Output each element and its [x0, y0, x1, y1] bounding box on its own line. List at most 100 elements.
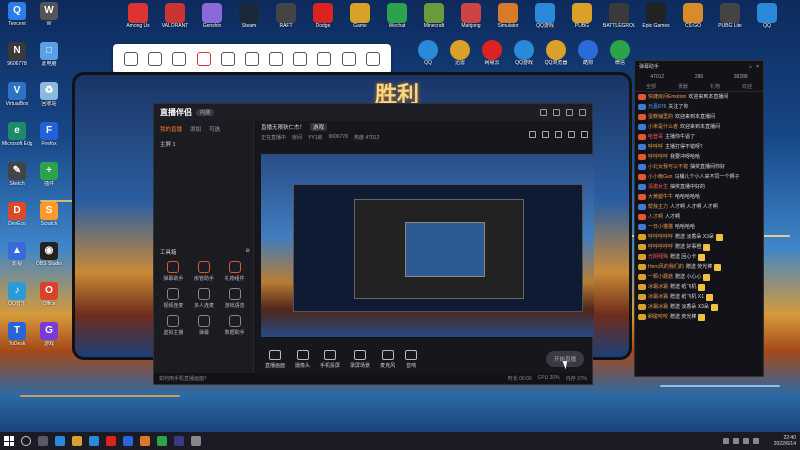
desktop-icon[interactable]: Simulator: [492, 3, 524, 35]
desktop-icon[interactable]: N 9606778: [2, 42, 32, 74]
desktop-icon[interactable]: ✎ Sketch: [2, 162, 32, 194]
layout-icon[interactable]: [555, 131, 562, 138]
lock-icon[interactable]: [542, 131, 549, 138]
chat-username[interactable]: 一日小猫猫: [648, 222, 673, 232]
desktop-icon[interactable]: 迅雷: [444, 40, 476, 72]
chat-username[interactable]: 小小晚Gun: [648, 172, 672, 182]
left-tab[interactable]: 我的直播: [160, 125, 182, 133]
desktop-icon[interactable]: Game: [344, 3, 376, 35]
desktop-icon[interactable]: BATTLEGROUNDS: [603, 3, 635, 35]
chat-username[interactable]: 呼呼呼呼呼: [648, 232, 673, 242]
source-button[interactable]: 音响: [405, 349, 418, 369]
chat-username[interactable]: 呼呼呼呼: [648, 152, 668, 162]
desktop-icon[interactable]: Dodge: [307, 3, 339, 35]
chat-username[interactable]: 一颗小蘑菇: [648, 272, 673, 282]
close-icon[interactable]: ×: [756, 64, 759, 70]
start-icon[interactable]: [4, 436, 14, 446]
chat-username[interactable]: 帮我主力: [648, 202, 668, 212]
chat-username[interactable]: 人才啊: [648, 212, 663, 222]
taskview-icon[interactable]: [38, 436, 48, 446]
record-tool-icon[interactable]: [196, 52, 211, 66]
desktop-icon[interactable]: CS:GO: [677, 3, 709, 35]
rect-tool-icon[interactable]: [293, 52, 308, 66]
desktop-icon[interactable]: 微信: [604, 40, 636, 72]
chat-username[interactable]: 哈登哥: [648, 132, 663, 142]
desktop-icon[interactable]: QQ: [751, 3, 783, 35]
screen-tool-icon[interactable]: [220, 52, 235, 66]
chat-username[interactable]: 呼呼呼: [648, 142, 663, 152]
crop-tool-icon[interactable]: [148, 52, 163, 66]
desktop-icon[interactable]: Genshin: [196, 3, 228, 35]
chat-username[interactable]: 呼呼呼呼呼: [648, 242, 673, 252]
edge-taskbar-icon[interactable]: [55, 436, 65, 446]
chat-username[interactable]: 清澈女生: [648, 182, 668, 192]
desktop-icon[interactable]: Q Tencent: [2, 2, 32, 34]
folder-taskbar-icon[interactable]: [72, 436, 82, 446]
tool-item[interactable]: 数据助手: [219, 315, 250, 336]
desktop-icon[interactable]: D DevEco: [2, 202, 32, 234]
tool-item[interactable]: 弹幕助手: [158, 261, 189, 282]
tool-item[interactable]: 虚拟主播: [158, 315, 189, 336]
tool-item[interactable]: 礼物组件: [219, 261, 250, 282]
app-taskbar-icon[interactable]: [106, 436, 116, 446]
desktop-icon[interactable]: Epic Games: [640, 3, 672, 35]
help-link[interactable]: 如何用手机直播画面？: [159, 375, 209, 382]
chat-username[interactable]: Hero风的我们的: [648, 262, 684, 272]
desktop-icon[interactable]: Steam: [233, 3, 265, 35]
desktop-icon[interactable]: □ 此电脑: [34, 42, 64, 74]
chat-tab[interactable]: 全部: [646, 83, 656, 90]
desktop-icon[interactable]: QQ游戏: [508, 40, 540, 72]
headset-tool-icon[interactable]: [341, 52, 356, 66]
tray-icon[interactable]: [722, 438, 729, 444]
chat-username[interactable]: 快捷房间Emotion: [648, 92, 686, 102]
camera-tool-icon[interactable]: [172, 52, 187, 66]
chat-username[interactable]: 冰霜冰霜: [648, 292, 668, 302]
live-taskbar-icon[interactable]: [140, 436, 150, 446]
store-taskbar-icon[interactable]: [89, 436, 99, 446]
chat-tab[interactable]: 礼物: [710, 83, 720, 90]
room-title[interactable]: 直播无限狄仁杰！: [261, 123, 305, 131]
desktop-icon[interactable]: + 插件: [34, 162, 64, 194]
search-icon[interactable]: [21, 436, 31, 446]
desktop-icon[interactable]: Mahjong: [455, 3, 487, 35]
stream-preview[interactable]: [261, 154, 594, 337]
volume-icon[interactable]: [752, 438, 759, 444]
app2-taskbar-icon[interactable]: [174, 436, 184, 446]
desktop-icon[interactable]: V VirtualBox: [2, 82, 32, 114]
desktop-icon[interactable]: eMicrosoft Edge: [2, 122, 32, 154]
desktop-icon[interactable]: PUBG: [566, 3, 598, 35]
bell-icon[interactable]: [568, 131, 575, 138]
tool-item[interactable]: 视频连麦: [158, 288, 189, 309]
desktop-icon[interactable]: 网易云: [476, 40, 508, 72]
source-button[interactable]: 录屏场景: [350, 349, 370, 369]
chat-username[interactable]: 小米是什么者: [648, 122, 678, 132]
chat-username[interactable]: 小北女我可以不错: [648, 162, 688, 172]
chat-username[interactable]: 大黄腿牛牛: [648, 192, 673, 202]
desktop-icon[interactable]: ▲ 影视: [2, 242, 32, 274]
left-tab[interactable]: 添加: [190, 125, 201, 133]
share-icon[interactable]: [529, 131, 536, 138]
pin-tool-icon[interactable]: [244, 52, 259, 66]
chat-username[interactable]: 元嘉876: [648, 102, 666, 112]
tray-icon[interactable]: [742, 438, 749, 444]
desktop-icon[interactable]: Among Us: [122, 3, 154, 35]
tool-item[interactable]: 房管助手: [189, 261, 220, 282]
desktop-icon[interactable]: O Office: [34, 282, 64, 314]
maximize-icon[interactable]: [566, 109, 573, 116]
wechat-taskbar-icon[interactable]: [157, 436, 167, 446]
more-icon[interactable]: ⊖: [245, 248, 250, 256]
settings-tool-icon[interactable]: [317, 52, 332, 66]
desktop-icon[interactable]: ♪ QQ音乐: [2, 282, 32, 314]
desktop-icon[interactable]: Minecraft: [418, 3, 450, 35]
gear-icon[interactable]: [581, 131, 588, 138]
desktop-icon[interactable]: QQ: [412, 40, 444, 72]
clock[interactable]: 22:40 2022/6/14: [774, 435, 796, 447]
region-tool-icon[interactable]: [269, 52, 284, 66]
chat-tab[interactable]: 欢迎: [742, 83, 752, 90]
chat-username[interactable]: 冰霜冰霜: [648, 302, 668, 312]
desktop-icon[interactable]: S Scratch: [34, 202, 64, 234]
live-companion-window[interactable]: 直播伴侣 内测 我的直播 添加 可选 主屏 1 工具箱 ⊖ 弹幕助手 房管助手 礼物组件…: [153, 103, 594, 385]
tool-item[interactable]: 弹幕: [189, 315, 220, 336]
source-button[interactable]: 直播画面: [265, 349, 285, 369]
chat-tab[interactable]: 贡献: [678, 83, 688, 90]
